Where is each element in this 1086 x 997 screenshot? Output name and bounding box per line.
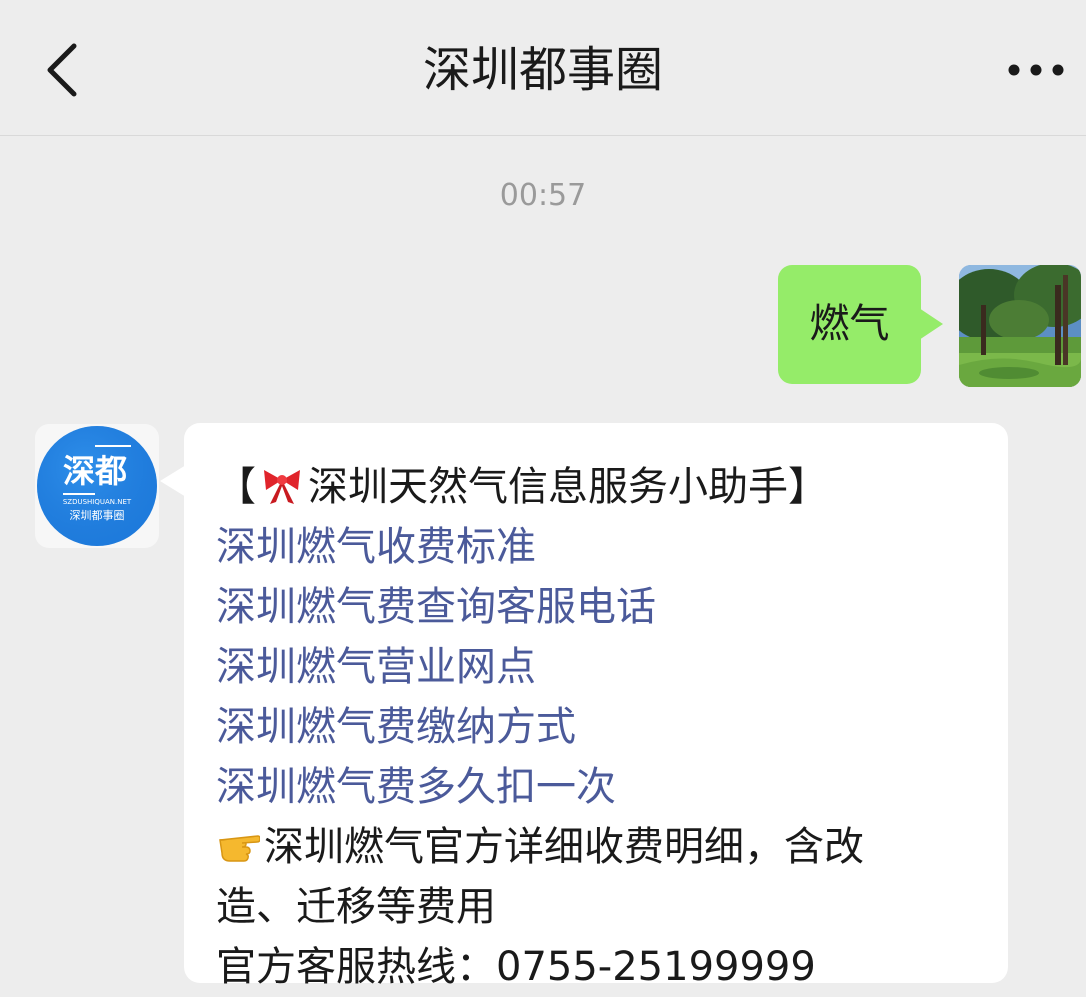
user-avatar[interactable]: [959, 265, 1081, 387]
back-button[interactable]: [36, 40, 92, 100]
chevron-left-icon: [47, 43, 77, 97]
link-gas-deduction-frequency[interactable]: 深圳燃气费多久扣一次: [216, 757, 978, 817]
more-button[interactable]: [1004, 52, 1068, 88]
logo-domain-text: SZDUSHIQUAN.NET: [63, 498, 132, 506]
link-gas-fee-hotline[interactable]: 深圳燃气费查询客服电话: [216, 577, 978, 637]
message-hotline-text: 官方客服热线：0755-25199999: [216, 944, 816, 990]
incoming-bubble-tail: [160, 465, 186, 497]
bracket-close: 】: [788, 464, 828, 510]
link-gas-payment-methods[interactable]: 深圳燃气费缴纳方式: [216, 697, 978, 757]
link-gas-service-outlets[interactable]: 深圳燃气营业网点: [216, 637, 978, 697]
ribbon-bow-icon: [260, 462, 304, 506]
outgoing-message-bubble[interactable]: 燃气: [778, 265, 921, 384]
logo-caption-text: 深圳都事圈: [70, 509, 125, 522]
bot-avatar[interactable]: 深都 SZDUSHIQUAN.NET 深圳都事圈: [35, 424, 159, 548]
bracket-open: 【: [216, 464, 256, 510]
message-detail-text-block: 深圳燃气官方详细收费明细，含改造、迁移等费用: [216, 817, 916, 937]
message-detail-text: 深圳燃气官方详细收费明细，含改造、迁移等费用: [216, 824, 864, 930]
message-timestamp: 00:57: [499, 178, 587, 213]
more-dots-icon: [1008, 64, 1064, 76]
link-gas-fee-standard[interactable]: 深圳燃气收费标准: [216, 517, 978, 577]
message-title-line: 【 深圳天然气信息服务小助手】: [216, 457, 978, 517]
landscape-avatar-image: [959, 265, 1081, 387]
nav-bar: 深圳都事圈: [0, 0, 1086, 136]
pointing-hand-icon: [216, 822, 261, 866]
outgoing-bubble-tail: [919, 308, 943, 340]
logo-title-text: 深都: [63, 452, 127, 490]
message-title-text: 深圳天然气信息服务小助手: [308, 464, 788, 510]
chat-title: 深圳都事圈: [422, 42, 663, 98]
incoming-message-bubble: 【 深圳天然气信息服务小助手】 深圳燃气收费标准 深圳燃气费查询客服电话 深圳燃…: [184, 423, 1008, 990]
shenzhen-dushiquan-logo-icon: 深都 SZDUSHIQUAN.NET 深圳都事圈: [37, 426, 157, 546]
